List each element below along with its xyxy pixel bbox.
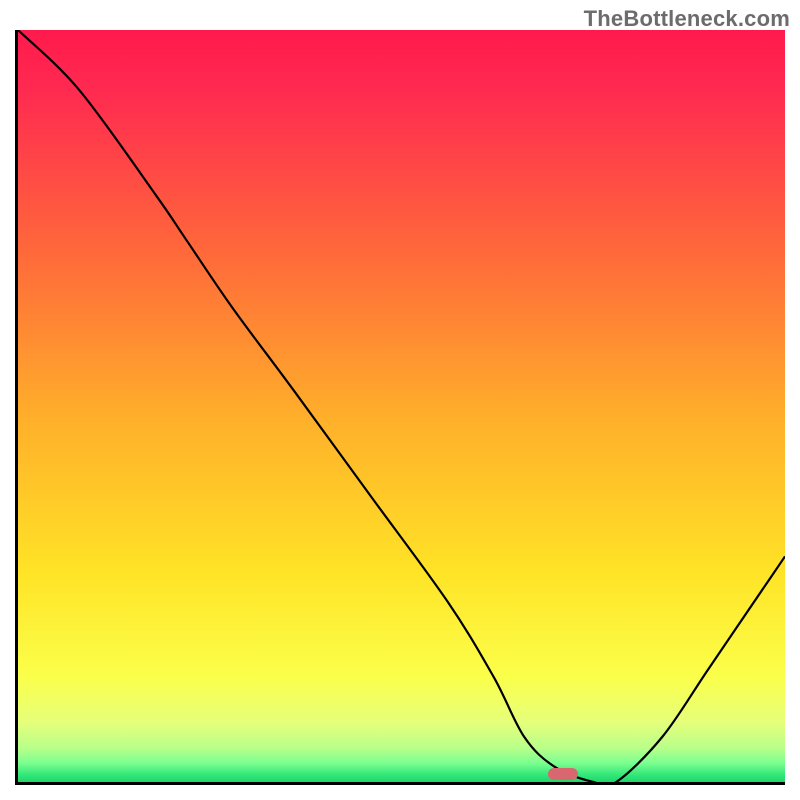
plot-area bbox=[15, 30, 785, 785]
chart-container: TheBottleneck.com bbox=[0, 0, 800, 800]
chart-curve bbox=[18, 30, 785, 782]
watermark-text: TheBottleneck.com bbox=[584, 6, 790, 32]
bottleneck-marker bbox=[548, 768, 578, 780]
